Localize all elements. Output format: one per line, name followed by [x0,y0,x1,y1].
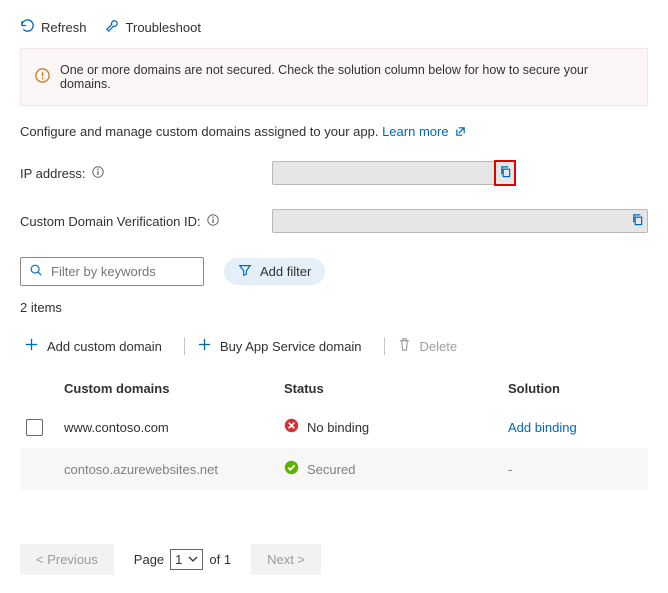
refresh-label: Refresh [41,20,87,35]
refresh-button[interactable]: Refresh [20,18,87,36]
status-cell: No binding [284,418,508,436]
domain-cell: contoso.azurewebsites.net [64,462,284,477]
next-page-button: Next > [251,544,321,575]
ip-address-field[interactable] [272,161,516,185]
domain-cell: www.contoso.com [64,420,284,435]
items-count: 2 items [20,300,648,315]
wrench-icon [105,18,120,36]
add-custom-domain-button[interactable]: Add custom domain [20,333,176,359]
warning-banner: One or more domains are not secured. Che… [20,48,648,106]
col-solution: Solution [508,381,648,396]
warning-text: One or more domains are not secured. Che… [60,63,633,91]
col-status: Status [284,381,508,396]
cdv-id-row: Custom Domain Verification ID: [20,209,648,233]
delete-button: Delete [393,333,472,359]
learn-more-link[interactable]: Learn more [382,124,466,139]
cdv-id-field[interactable] [272,209,648,233]
divider [184,337,185,355]
add-binding-link[interactable]: Add binding [508,420,648,435]
search-icon [29,263,43,280]
refresh-icon [20,18,35,36]
keyword-input[interactable] [51,264,195,279]
table-row: www.contoso.com No binding Add binding [20,406,648,448]
row-checkbox[interactable] [26,419,43,436]
success-icon [284,460,299,478]
troubleshoot-button[interactable]: Troubleshoot [105,18,201,36]
previous-page-button: < Previous [20,544,114,575]
cdv-id-label: Custom Domain Verification ID: [20,214,272,229]
error-icon [284,418,299,436]
external-link-icon [452,124,466,139]
info-icon[interactable] [92,166,104,181]
add-filter-button[interactable]: Add filter [224,258,325,285]
filter-icon [238,263,252,280]
description-text: Configure and manage custom domains assi… [20,124,648,139]
toolbar: Refresh Troubleshoot [20,18,648,36]
page-label: Page [134,552,164,567]
trash-icon [397,337,412,355]
ip-address-row: IP address: [20,161,648,185]
action-bar: Add custom domain Buy App Service domain… [20,333,648,359]
troubleshoot-label: Troubleshoot [126,20,201,35]
table-header: Custom domains Status Solution [20,371,648,406]
add-filter-label: Add filter [260,264,311,279]
keyword-filter[interactable] [20,257,204,286]
page-select[interactable]: 1 [170,549,203,570]
plus-icon [197,337,212,355]
domains-table: Custom domains Status Solution www.conto… [20,371,648,490]
copy-icon[interactable] [631,213,644,229]
ip-address-label: IP address: [20,166,272,181]
copy-icon[interactable] [499,165,512,181]
buy-app-service-domain-button[interactable]: Buy App Service domain [193,333,376,359]
chevron-down-icon [188,552,198,567]
col-domain: Custom domains [64,381,284,396]
info-icon[interactable] [207,214,219,229]
filter-row: Add filter [20,257,648,286]
pagination: < Previous Page 1 of 1 Next > [20,544,648,575]
table-row: contoso.azurewebsites.net Secured - [20,448,648,490]
page-of-label: of 1 [209,552,231,567]
info-warning-icon [35,68,50,86]
status-cell: Secured [284,460,508,478]
divider [384,337,385,355]
plus-icon [24,337,39,355]
solution-cell: - [508,462,648,477]
